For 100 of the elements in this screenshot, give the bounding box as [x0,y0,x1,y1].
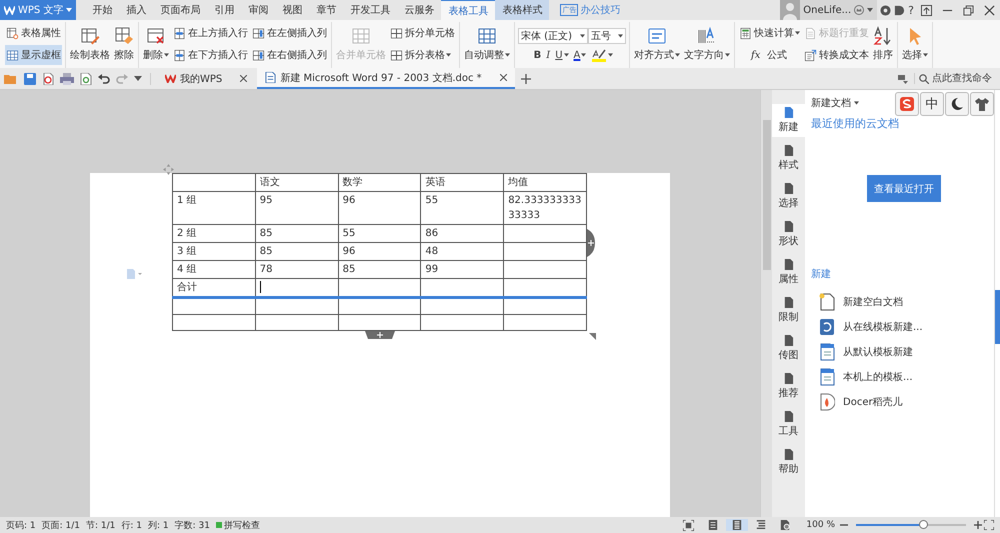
font-color-button[interactable]: A [574,48,586,62]
status-item: 字数: 31 [174,520,212,532]
ribbon-tab[interactable]: 审阅 [241,0,276,20]
ribbon-button[interactable]: 拆分表格 [389,45,452,65]
table-cell: 55 [420,192,504,224]
task-nav-item[interactable]: 属性 [772,256,805,289]
fullscreen-icon[interactable] [984,520,994,530]
task-nav-item[interactable]: 形状 [772,218,805,251]
italic-button[interactable]: I [546,48,550,62]
pin-icon[interactable] [921,4,932,16]
add-column-handle-icon[interactable] [587,229,595,257]
ribbon-tab[interactable]: 开发工具 [343,0,398,20]
pane-title[interactable]: 新建文档 [811,96,859,110]
undo-icon[interactable] [98,72,110,84]
close-icon[interactable] [984,4,995,16]
ribbon-tab[interactable]: 页面布局 [153,0,208,20]
document-icon [265,72,276,83]
ribbon-tab[interactable]: 视图 [275,0,310,20]
caret-icon [854,101,859,105]
ribbon-button[interactable]: 转换成文本 [803,45,870,65]
zoom-in-icon[interactable] [974,521,982,529]
caret-icon[interactable] [134,76,142,81]
new-document-option[interactable]: 从在线模板新建... [811,314,994,339]
font-family-select[interactable]: 宋体 (正文) [518,28,588,44]
crown-icon [854,5,864,15]
ribbon-button[interactable]: 在右侧插入列 [251,45,328,65]
task-nav-item[interactable]: 传图 [772,332,805,365]
ribbon-button[interactable]: 对齐方式 [633,22,681,66]
pencil-icon [80,26,100,46]
task-nav-item[interactable]: 新建 [772,104,805,137]
recent-files-button[interactable]: 查看最近打开 [867,175,941,202]
table-cell: 55 [338,224,421,242]
spell-check-status[interactable]: 拼写检查 [216,518,264,532]
new-document-option[interactable]: 从默认模板新建 [811,339,994,364]
ribbon-tab[interactable]: 云服务 [397,0,442,20]
ribbon-tab[interactable]: 章节 [309,0,344,20]
bold-button[interactable]: B [534,48,542,62]
caret-icon[interactable] [867,8,874,12]
add-row-handle-icon[interactable] [365,331,395,339]
font-size-select[interactable]: 五号 [588,28,626,44]
ribbon-button[interactable]: 绘制表格 [69,22,111,66]
task-nav-item[interactable]: 限制 [772,294,805,327]
close-icon[interactable] [240,75,248,82]
grid-icon [6,48,19,62]
page-view-button[interactable] [726,519,748,531]
ribbon-button[interactable]: 擦除 [113,22,135,66]
ribbon-tab[interactable]: 插入 [119,0,154,20]
highlight-button[interactable] [591,48,614,62]
d-shape-icon[interactable] [894,4,906,16]
new-document-option[interactable]: 新建空白文档 [811,289,994,314]
restore-icon[interactable] [963,4,974,16]
ribbon-button[interactable]: 排序 [872,22,894,66]
underline-button[interactable]: U [555,48,569,62]
ribbon-tab[interactable]: 引用 [207,0,242,20]
ribbon-button[interactable]: 在下方插入行 [172,45,249,65]
task-nav-item[interactable]: 选择 [772,180,805,213]
ribbon-button[interactable]: 显示虚框 [5,45,62,65]
ribbon-button[interactable]: 自动调整 [463,22,511,66]
command-search-field[interactable]: 点此查找命令 [914,73,1000,84]
ribbon-button[interactable]: 在左侧插入列 [251,23,328,43]
fit-icon[interactable] [683,520,694,530]
pdf-export-icon[interactable] [42,72,54,84]
ime-key[interactable] [945,92,969,116]
ribbon-button[interactable]: 拆分单元格 [389,23,456,43]
ime-mode-key[interactable]: 中 [920,92,944,116]
resize-handle-icon[interactable] [589,333,596,340]
ribbon-button[interactable]: 选择 [901,22,929,66]
print-icon[interactable] [60,72,74,84]
add-tab-icon[interactable] [520,74,531,84]
ribbon-tab[interactable]: 表格工具 [441,0,496,20]
ime-key[interactable] [970,92,994,116]
save-icon[interactable] [24,72,36,84]
ribbon-button[interactable]: 文字方向 [683,22,731,66]
new-document-option[interactable]: Docer稻壳儿 [811,389,994,414]
ribbon-button[interactable]: 公式 [766,45,788,65]
help-button[interactable]: ? [908,4,914,16]
close-icon[interactable] [500,74,507,81]
ribbon-button[interactable]: 在上方插入行 [172,23,249,43]
ribbon-tab[interactable]: 表格样式 [495,0,550,20]
insert-row-icon [173,26,186,40]
new-document-option[interactable]: 本机上的模板... [811,364,994,389]
skin-icon[interactable] [880,4,892,16]
ribbon-tab[interactable]: 开始 [85,0,120,20]
zoom-slider-thumb[interactable] [919,520,928,529]
status-item: 行: 1 [121,520,144,532]
task-nav-item[interactable]: 推荐 [772,370,805,403]
collapse-ribbon-icon[interactable] [898,74,908,84]
app-menu-button[interactable]: WPS 文字 [0,0,76,20]
vertical-scrollbar[interactable] [760,90,772,517]
ribbon-button[interactable]: 删除 [142,22,170,66]
move-handle-icon[interactable] [163,164,174,175]
task-nav-item[interactable]: 帮助 [772,446,805,479]
task-nav-item[interactable]: 样式 [772,142,805,175]
ribbon-button[interactable]: 表格属性 [5,23,62,43]
document-tab[interactable]: 新建 Microsoft Word 97 - 2003 文档.doc * [257,68,515,89]
print-preview-icon[interactable] [80,72,92,84]
ribbon-button[interactable]: 快速计算 [738,23,801,43]
cloud-documents-link[interactable]: 最近使用的云文档 [811,116,994,131]
document-tab[interactable]: 我的WPS [157,68,256,89]
task-nav-item[interactable]: 工具 [772,408,805,441]
